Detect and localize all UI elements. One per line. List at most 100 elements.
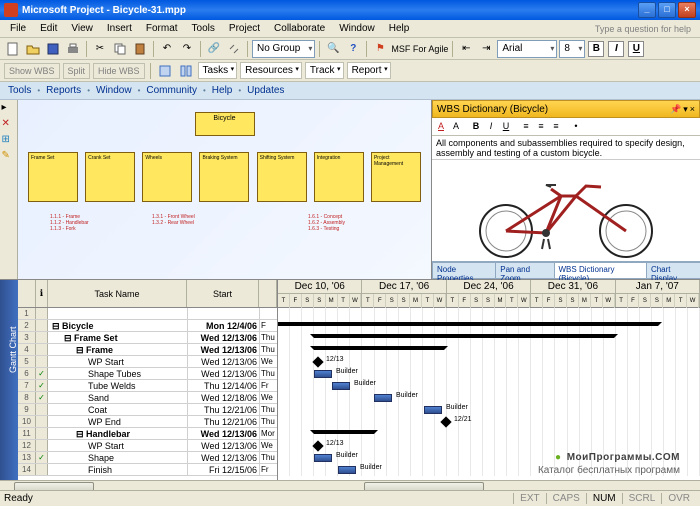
task-name-header[interactable]: Task Name xyxy=(48,280,187,307)
table-row[interactable]: 7✓Tube WeldsThu 12/14/06Fr xyxy=(18,380,277,392)
sec-menu-help[interactable]: Help xyxy=(210,85,235,96)
font-combo[interactable]: Arial xyxy=(497,40,557,58)
dict-bold-button[interactable]: B xyxy=(469,120,483,134)
gantt-bar[interactable] xyxy=(332,382,350,390)
zoom-in-icon[interactable]: 🔍 xyxy=(324,40,342,58)
dict-underline-button[interactable]: U xyxy=(499,120,513,134)
tool-icon[interactable]: ✎ xyxy=(2,150,16,164)
panel-close-icon[interactable]: × xyxy=(690,104,695,115)
table-row[interactable]: 10WP EndThu 12/21/06Thu xyxy=(18,416,277,428)
sec-menu-updates[interactable]: Updates xyxy=(245,85,286,96)
sec-menu-tools[interactable]: Tools xyxy=(6,85,33,96)
gantt-bar[interactable] xyxy=(314,454,332,462)
table-row[interactable]: 11⊟ HandlebarWed 12/13/06Mor xyxy=(18,428,277,440)
fontsize-combo[interactable]: 8 xyxy=(559,40,585,58)
finish-header[interactable] xyxy=(259,280,277,307)
table-row[interactable]: 2⊟ BicycleMon 12/4/06F xyxy=(18,320,277,332)
dictionary-description[interactable]: All components and subassemblies require… xyxy=(432,136,700,160)
bold-button[interactable]: B xyxy=(588,41,604,57)
gantt-bar[interactable] xyxy=(314,370,332,378)
dict-italic-button[interactable]: I xyxy=(484,120,498,134)
dict-tab[interactable]: WBS Dictionary (Bicycle) xyxy=(554,262,647,279)
table-row[interactable]: 3⊟ Frame SetWed 12/13/06Thu xyxy=(18,332,277,344)
redo-icon[interactable]: ↷ xyxy=(178,40,196,58)
gantt-bar[interactable] xyxy=(424,406,442,414)
wbs-node[interactable]: Crank Set xyxy=(85,152,135,202)
help-search[interactable]: Type a question for help xyxy=(590,21,696,37)
sec-menu-window[interactable]: Window xyxy=(94,85,134,96)
wbs-node[interactable]: Wheels xyxy=(142,152,192,202)
wbs-subnode-list[interactable]: 1.6.1 - Concept 1.6.2 - Assembly 1.6.3 -… xyxy=(308,214,345,232)
wbs-node[interactable]: Integration xyxy=(314,152,364,202)
wbs-node[interactable]: Shifting System xyxy=(257,152,307,202)
copy-icon[interactable] xyxy=(111,40,129,58)
sec-menu-reports[interactable]: Reports xyxy=(44,85,83,96)
cut-icon[interactable]: ✂ xyxy=(91,40,109,58)
resources-menu[interactable]: Resources xyxy=(240,62,302,79)
dict-tab[interactable]: Pan and Zoom xyxy=(495,262,554,279)
minimize-button[interactable]: _ xyxy=(638,2,656,18)
view-icon-1[interactable] xyxy=(156,62,174,80)
panel-pin-icon[interactable]: 📌 xyxy=(670,104,681,115)
menu-file[interactable]: File xyxy=(4,21,32,36)
start-header[interactable]: Start xyxy=(187,280,259,307)
menu-insert[interactable]: Insert xyxy=(101,21,138,36)
dict-bullets-icon[interactable]: • xyxy=(569,120,583,134)
table-row[interactable]: 6✓Shape TubesWed 12/13/06Thu xyxy=(18,368,277,380)
table-row[interactable]: 5WP StartWed 12/13/06We xyxy=(18,356,277,368)
wbs-node[interactable]: Braking System xyxy=(199,152,249,202)
dict-tab[interactable]: Chart Display xyxy=(646,262,700,279)
gantt-bar[interactable] xyxy=(338,466,356,474)
track-menu[interactable]: Track xyxy=(305,62,344,79)
table-row[interactable]: 9CoatThu 12/21/06Thu xyxy=(18,404,277,416)
print-icon[interactable] xyxy=(64,40,82,58)
split-button[interactable]: Split xyxy=(63,63,91,79)
menu-help[interactable]: Help xyxy=(383,21,416,36)
save-icon[interactable] xyxy=(44,40,62,58)
wbs-node[interactable]: Project Management xyxy=(371,152,421,202)
menu-collaborate[interactable]: Collaborate xyxy=(268,21,331,36)
menu-view[interactable]: View xyxy=(65,21,99,36)
dict-align-center-icon[interactable]: ≡ xyxy=(534,120,548,134)
wbs-root-node[interactable]: Bicycle xyxy=(195,112,255,136)
menu-edit[interactable]: Edit xyxy=(34,21,63,36)
italic-button[interactable]: I xyxy=(608,41,624,57)
help-icon[interactable]: ? xyxy=(344,40,362,58)
wbs-node[interactable]: Frame Set xyxy=(28,152,78,202)
pointer-icon[interactable]: ▸ xyxy=(2,102,16,116)
expand-icon[interactable]: ⊞ xyxy=(2,134,16,148)
menu-tools[interactable]: Tools xyxy=(186,21,221,36)
dict-fontcolor-button[interactable]: A xyxy=(434,120,448,134)
outdent-icon[interactable]: ⇤ xyxy=(457,40,475,58)
report-menu[interactable]: Report xyxy=(347,62,391,79)
msf-flag-icon[interactable]: ⚑ xyxy=(371,40,389,58)
dict-tab[interactable]: Node Properties xyxy=(432,262,496,279)
panel-dropdown-icon[interactable]: ▾ xyxy=(683,104,688,115)
table-row[interactable]: 12WP StartWed 12/13/06We xyxy=(18,440,277,452)
unlink-icon[interactable] xyxy=(225,40,243,58)
table-row[interactable]: 14FinishFri 12/15/06Fr xyxy=(18,464,277,476)
open-icon[interactable] xyxy=(24,40,42,58)
dict-font-button[interactable]: A xyxy=(449,120,463,134)
view-icon-2[interactable] xyxy=(177,62,195,80)
maximize-button[interactable]: □ xyxy=(658,2,676,18)
indent-icon[interactable]: ⇥ xyxy=(477,40,495,58)
hide-wbs-button[interactable]: Hide WBS xyxy=(93,63,145,79)
menu-window[interactable]: Window xyxy=(333,21,381,36)
table-row[interactable]: 8✓SandWed 12/18/06We xyxy=(18,392,277,404)
menu-project[interactable]: Project xyxy=(223,21,266,36)
wbs-subnode-list[interactable]: 1.3.1 - Front Wheel 1.3.2 - Rear Wheel xyxy=(152,214,195,226)
undo-icon[interactable]: ↶ xyxy=(158,40,176,58)
wbs-diagram[interactable]: Bicycle Frame SetCrank SetWheelsBraking … xyxy=(18,100,432,279)
tasks-menu[interactable]: Tasks xyxy=(198,62,238,79)
table-row[interactable]: 4⊟ FrameWed 12/13/06Thu xyxy=(18,344,277,356)
underline-button[interactable]: U xyxy=(628,41,644,57)
gantt-bar[interactable] xyxy=(374,394,392,402)
dict-align-left-icon[interactable]: ≡ xyxy=(519,120,533,134)
paste-icon[interactable] xyxy=(131,40,149,58)
gantt-sidebar-label[interactable]: Gantt Chart xyxy=(0,280,18,480)
table-row[interactable]: 1 xyxy=(18,308,277,320)
dict-align-right-icon[interactable]: ≡ xyxy=(549,120,563,134)
sec-menu-community[interactable]: Community xyxy=(144,85,199,96)
show-wbs-button[interactable]: Show WBS xyxy=(4,63,60,79)
